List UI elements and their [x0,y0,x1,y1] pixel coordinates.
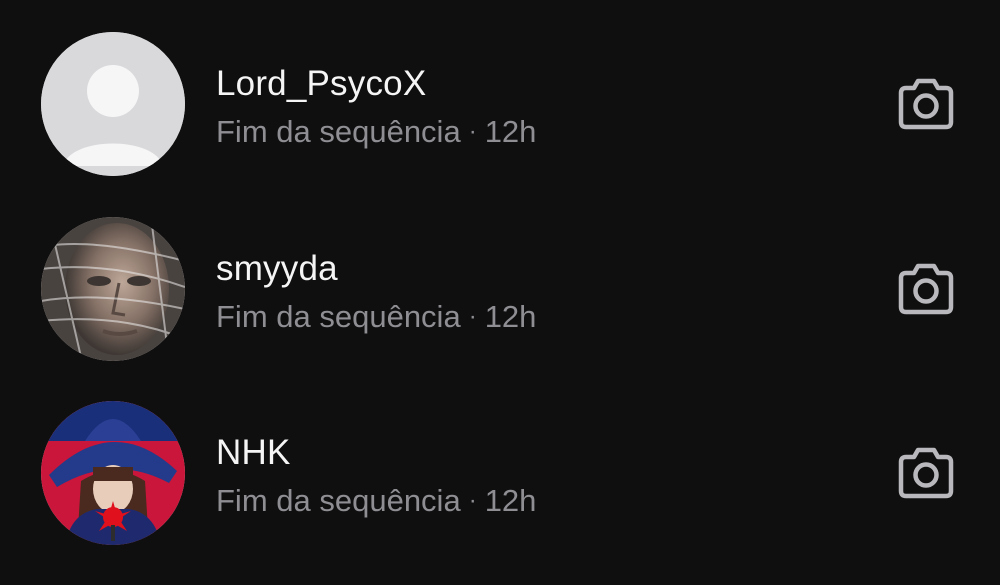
thread-username: Lord_PsycoX [216,64,427,103]
thread-time: 12h [484,114,537,149]
separator-dot: · [468,303,477,330]
thread-row[interactable]: NHK Fim da sequência · 12h [0,381,1000,565]
thread-time: 12h [484,483,537,518]
thread-status: Fim da sequência [216,483,461,518]
profile-photo-woman-in-witch-hat[interactable] [41,401,185,545]
separator-dot: · [468,118,477,145]
separator-dot: · [468,487,477,514]
thread-status: Fim da sequência [216,299,461,334]
thread-username: smyyda [216,249,338,288]
profile-photo-man-face-wrapped-in-plastic[interactable] [41,217,185,361]
thread-status: Fim da sequência [216,114,461,149]
message-thread-list: Lord_PsycoX Fim da sequência · 12h smyyd… [0,0,1000,585]
camera-icon[interactable] [895,445,957,501]
thread-meta: Fim da sequência · 12h [216,482,536,523]
thread-meta: Fim da sequência · 12h [216,298,536,339]
thread-time: 12h [484,299,537,334]
camera-icon[interactable] [895,261,957,317]
thread-username: NHK [216,433,291,472]
thread-row[interactable]: smyyda Fim da sequência · 12h [0,197,1000,381]
camera-icon[interactable] [895,76,957,132]
default-avatar-icon[interactable] [41,32,185,176]
thread-meta: Fim da sequência · 12h [216,113,536,154]
thread-row[interactable]: Lord_PsycoX Fim da sequência · 12h [0,12,1000,196]
